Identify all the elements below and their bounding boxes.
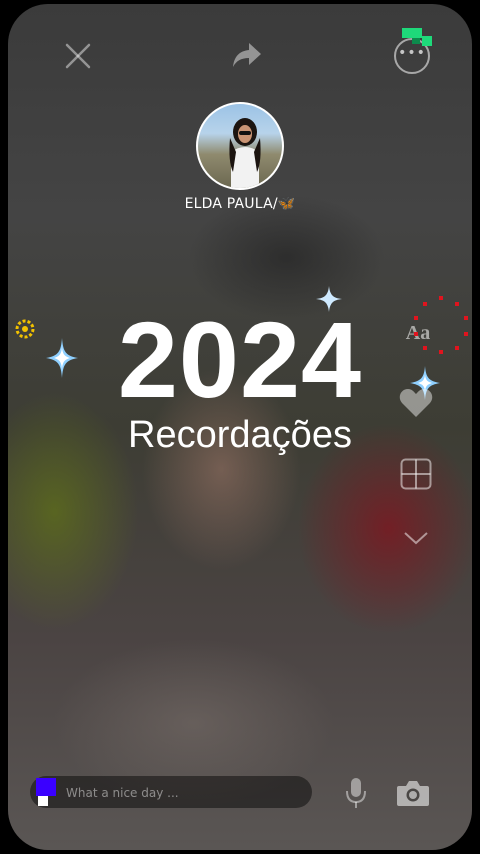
camera-button[interactable] <box>396 778 430 808</box>
color-picker-swatch-secondary[interactable] <box>38 796 48 806</box>
profile-username[interactable]: ELDA PAULA/🦋 <box>8 196 472 212</box>
chevron-down-icon <box>404 532 428 545</box>
share-icon <box>233 43 261 67</box>
layout-button[interactable] <box>398 456 434 492</box>
reply-input-container[interactable] <box>30 776 312 810</box>
share-button[interactable] <box>228 38 266 72</box>
gold-gear-sticker <box>15 319 35 339</box>
red-dot-ring-sticker <box>414 296 468 354</box>
like-button[interactable] <box>398 386 434 420</box>
microphone-button[interactable] <box>344 776 368 810</box>
camera-icon <box>397 781 429 806</box>
green-pixel-badge <box>402 28 432 46</box>
reply-input[interactable] <box>64 776 298 810</box>
heart-icon <box>399 389 433 417</box>
avatar-photo <box>229 118 261 188</box>
profile-avatar[interactable] <box>196 102 284 190</box>
color-picker-swatch[interactable] <box>36 778 56 796</box>
layout-grid-icon <box>400 458 432 490</box>
close-icon <box>65 43 91 69</box>
more-options-icon: ••• <box>398 45 426 61</box>
collapse-tools-button[interactable] <box>402 528 430 548</box>
microphone-icon <box>346 778 366 808</box>
story-viewer: ••• ELDA PAULA/🦋 2024 Recordações Aa <box>8 4 472 850</box>
close-button[interactable] <box>58 36 98 76</box>
